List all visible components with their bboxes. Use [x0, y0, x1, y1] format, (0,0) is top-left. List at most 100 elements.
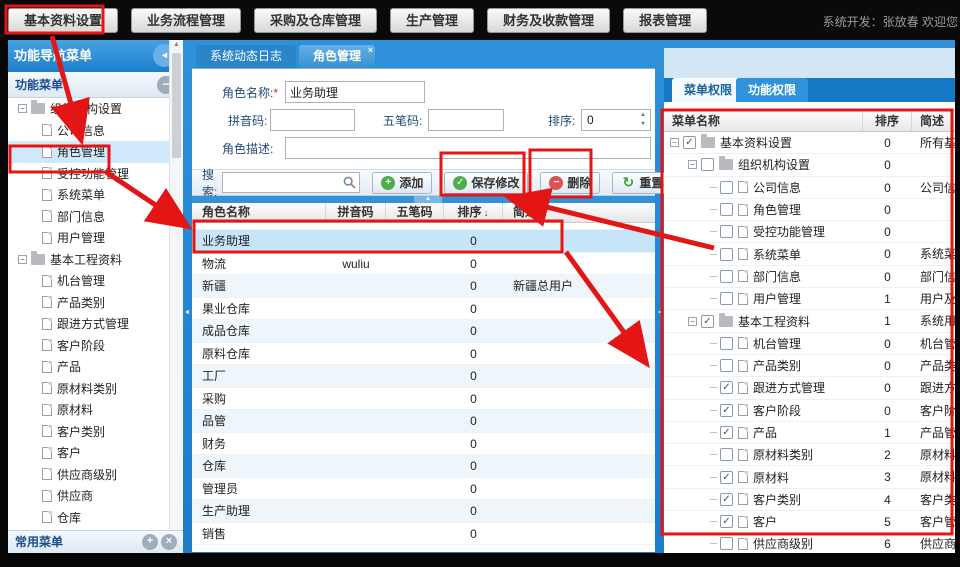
- scrollbar-thumb[interactable]: [172, 53, 181, 158]
- sidebar-item[interactable]: 供应商: [8, 485, 183, 507]
- permission-row[interactable]: 原材料类别2原材料: [664, 444, 955, 466]
- permission-checkbox[interactable]: [720, 426, 733, 439]
- permission-checkbox[interactable]: [720, 404, 733, 417]
- sidebar-item[interactable]: 仓库: [8, 507, 183, 529]
- permission-row[interactable]: −基本资料设置0所有基: [664, 132, 955, 154]
- menu-item-5[interactable]: 报表管理: [623, 8, 707, 33]
- pinyin-input[interactable]: [270, 109, 355, 131]
- scroll-up-icon[interactable]: ▲: [170, 41, 183, 48]
- expander-icon[interactable]: −: [18, 255, 27, 264]
- table-row[interactable]: 销售0: [192, 523, 655, 546]
- column-header-menu-sort[interactable]: 排序: [863, 111, 912, 131]
- permission-checkbox[interactable]: [720, 537, 733, 550]
- tab-role-management[interactable]: 角色管理 ×: [299, 45, 375, 68]
- column-header-name[interactable]: 角色名称: [192, 203, 326, 222]
- permission-checkbox[interactable]: [720, 225, 733, 238]
- permission-row[interactable]: 产品1产品管: [664, 422, 955, 444]
- table-row[interactable]: 生产助理0: [192, 500, 655, 523]
- menu-item-0[interactable]: 基本资料设置: [8, 8, 118, 33]
- sidebar-item[interactable]: 部门信息: [8, 206, 183, 228]
- role-desc-input[interactable]: [285, 137, 651, 159]
- column-header-wubi[interactable]: 五笔码: [386, 203, 444, 222]
- sidebar-item[interactable]: 供应商级别: [8, 464, 183, 486]
- table-row[interactable]: 新疆0新疆总用户: [192, 275, 655, 298]
- permission-checkbox[interactable]: [720, 493, 733, 506]
- sidebar-item[interactable]: 原材料: [8, 399, 183, 421]
- sidebar-item[interactable]: 产品类别: [8, 292, 183, 314]
- permission-checkbox[interactable]: [683, 136, 696, 149]
- close-circle-icon[interactable]: ×: [161, 534, 177, 550]
- permission-row[interactable]: 客户阶段0客户阶: [664, 400, 955, 422]
- permission-checkbox[interactable]: [720, 270, 733, 283]
- column-header-pinyin[interactable]: 拼音码: [326, 203, 386, 222]
- permission-row[interactable]: 跟进方式管理0跟进方: [664, 377, 955, 399]
- menu-item-2[interactable]: 采购及仓库管理: [254, 8, 377, 33]
- tab-close-icon[interactable]: ×: [368, 45, 373, 55]
- search-input[interactable]: [222, 172, 360, 193]
- column-header-desc[interactable]: 简述: [503, 203, 655, 222]
- permission-checkbox[interactable]: [720, 181, 733, 194]
- permission-checkbox[interactable]: [720, 248, 733, 261]
- column-header-sort[interactable]: 排序↓: [444, 203, 503, 222]
- sidebar-item[interactable]: 客户: [8, 442, 183, 464]
- sidebar-item[interactable]: 跟进方式管理: [8, 313, 183, 335]
- permission-row[interactable]: 受控功能管理0: [664, 221, 955, 243]
- permission-row[interactable]: 机台管理0机台管: [664, 333, 955, 355]
- permission-checkbox[interactable]: [720, 381, 733, 394]
- table-row[interactable]: 财务0: [192, 433, 655, 456]
- sidebar-item[interactable]: 系统菜单: [8, 184, 183, 206]
- tab-system-log[interactable]: 系统动态日志: [196, 45, 296, 68]
- permission-row[interactable]: 角色管理0: [664, 199, 955, 221]
- table-row[interactable]: 业务助理0: [192, 230, 655, 253]
- expander-icon[interactable]: −: [688, 317, 697, 326]
- sidebar-item[interactable]: 客户类别: [8, 421, 183, 443]
- permission-checkbox[interactable]: [720, 515, 733, 528]
- table-row[interactable]: 原料仓库0: [192, 343, 655, 366]
- permission-row[interactable]: 部门信息0部门信: [664, 266, 955, 288]
- menu-item-1[interactable]: 业务流程管理: [131, 8, 241, 33]
- sidebar-item[interactable]: 产品: [8, 356, 183, 378]
- left-splitter[interactable]: ◄: [183, 40, 191, 553]
- permission-row[interactable]: 用户管理1用户及: [664, 288, 955, 310]
- permission-row[interactable]: −基本工程资料1系统用: [664, 310, 955, 332]
- sort-stepper[interactable]: 0 ▲▼: [581, 109, 651, 131]
- permission-checkbox[interactable]: [720, 471, 733, 484]
- permission-checkbox[interactable]: [701, 315, 714, 328]
- column-header-menu-desc[interactable]: 简述: [912, 111, 955, 131]
- sidebar-item[interactable]: 角色管理: [8, 141, 183, 163]
- table-row[interactable]: 物流wuliu0: [192, 253, 655, 276]
- tab-function-permissions[interactable]: 功能权限: [736, 78, 808, 102]
- stepper-arrows-icon[interactable]: ▲▼: [638, 111, 648, 129]
- collapse-left-icon[interactable]: ◄: [183, 298, 191, 328]
- table-row[interactable]: 成品仓库0: [192, 320, 655, 343]
- sidebar-section-header[interactable]: 功能菜单 −: [8, 72, 183, 98]
- permission-row[interactable]: 公司信息0公司信: [664, 177, 955, 199]
- sidebar-item[interactable]: 机台管理: [8, 270, 183, 292]
- role-name-input[interactable]: [285, 81, 425, 103]
- table-row[interactable]: 仓库0: [192, 455, 655, 478]
- table-row[interactable]: 采购0: [192, 388, 655, 411]
- menu-item-4[interactable]: 财务及收款管理: [487, 8, 610, 33]
- expander-icon[interactable]: −: [688, 160, 697, 169]
- sidebar-footer[interactable]: 常用菜单 + ×: [8, 530, 183, 553]
- right-splitter[interactable]: ◄: [656, 40, 664, 553]
- permission-row[interactable]: −组织机构设置0: [664, 154, 955, 176]
- sidebar-item[interactable]: 客户阶段: [8, 335, 183, 357]
- permission-checkbox[interactable]: [720, 292, 733, 305]
- toolbar-button-1[interactable]: ✓保存修改: [444, 172, 528, 194]
- sidebar-scrollbar[interactable]: ▲ ▼: [169, 40, 183, 553]
- add-circle-icon[interactable]: +: [142, 534, 158, 550]
- column-header-menu-name[interactable]: 菜单名称: [664, 111, 863, 131]
- table-row[interactable]: 果业仓库0: [192, 298, 655, 321]
- permission-checkbox[interactable]: [720, 359, 733, 372]
- permission-checkbox[interactable]: [720, 337, 733, 350]
- toolbar-button-0[interactable]: +添加: [372, 172, 432, 194]
- permission-checkbox[interactable]: [701, 158, 714, 171]
- permission-row[interactable]: 供应商级别6供应商: [664, 533, 955, 553]
- table-row[interactable]: 品管0: [192, 410, 655, 433]
- expander-icon[interactable]: −: [670, 138, 679, 147]
- collapse-up-icon[interactable]: ▲: [414, 196, 442, 203]
- permission-row[interactable]: 客户类别4客户类: [664, 489, 955, 511]
- permission-checkbox[interactable]: [720, 203, 733, 216]
- sidebar-item[interactable]: 用户管理: [8, 227, 183, 249]
